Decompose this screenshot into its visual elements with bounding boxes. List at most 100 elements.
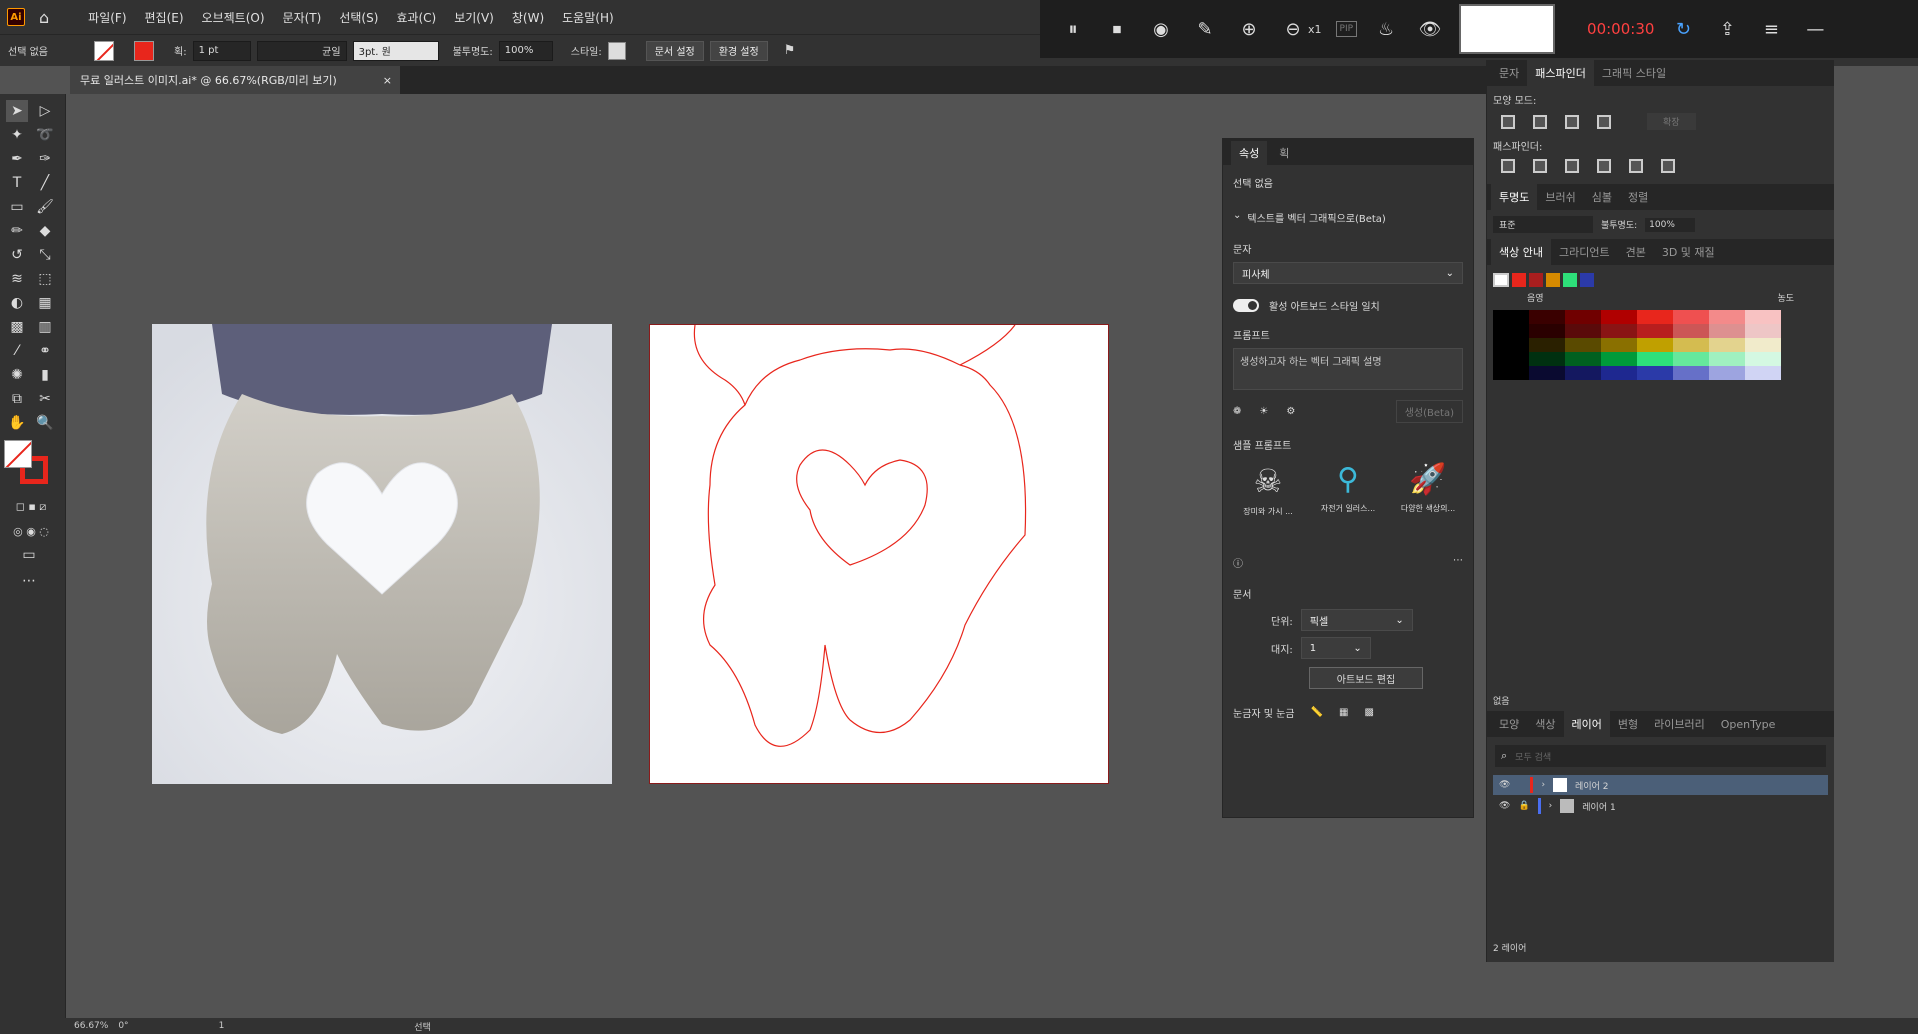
menu-window[interactable]: 창(W) (503, 9, 553, 26)
warp-icon[interactable]: ≋ (6, 268, 28, 290)
stroke-profile[interactable]: 균일 (256, 40, 347, 61)
eyedropper-icon[interactable]: ⁄ (6, 340, 28, 362)
blend-icon[interactable]: ⚭ (34, 340, 56, 362)
curvature-icon[interactable]: ✑ (34, 148, 56, 170)
paintbrush-icon[interactable]: 🖌 (34, 196, 56, 218)
pause-icon[interactable]: ⏸ (1058, 14, 1088, 44)
tab-color[interactable]: 색상 (1527, 711, 1563, 737)
scale-icon[interactable]: ⤡ (34, 244, 56, 266)
menu-select[interactable]: 선택(S) (330, 9, 387, 26)
subject-dropdown[interactable]: 피사체 ⌄ (1233, 262, 1463, 284)
graph-icon[interactable]: ▮ (34, 364, 56, 386)
menu-object[interactable]: 오브젝트(O) (193, 9, 274, 26)
eye-icon[interactable]: 👁 (1499, 801, 1510, 811)
direct-selection-icon[interactable]: ▷ (34, 100, 56, 122)
perspective-icon[interactable]: ▦ (34, 292, 56, 314)
unite-icon[interactable] (1501, 114, 1515, 129)
tab-brushes[interactable]: 브러쉬 (1537, 184, 1583, 210)
layer-name[interactable]: 레이어 2 (1575, 779, 1608, 792)
lasso-icon[interactable]: ➰ (34, 124, 56, 146)
lightbulb-icon[interactable]: ☀ (1259, 406, 1268, 417)
merge-icon[interactable] (1565, 159, 1579, 173)
rotate-icon[interactable]: ↺ (6, 244, 28, 266)
draw-mode-icons[interactable]: ◎ ◉ ◌ (6, 520, 56, 542)
tab-layers[interactable]: 레이어 (1563, 711, 1610, 737)
edit-artboards-button[interactable]: 아트보드 편집 (1309, 667, 1423, 689)
tab-align[interactable]: 정렬 (1620, 184, 1656, 210)
menu-type[interactable]: 문자(T) (274, 9, 331, 26)
more-tools-icon[interactable]: ⋯ (18, 570, 40, 592)
shape-builder-icon[interactable]: ◐ (6, 292, 28, 314)
slice-icon[interactable]: ✂ (34, 388, 56, 410)
arrange-icon[interactable]: ⚑ (784, 43, 796, 58)
hand-tool-icon[interactable]: ✋ (6, 412, 28, 434)
sample-skull[interactable]: ☠ 장미와 가시 ... (1233, 462, 1303, 517)
harmony-row[interactable] (1487, 265, 1834, 291)
grid-icon[interactable]: ▦ (1339, 707, 1348, 718)
tab-transparency[interactable]: 투명도 (1491, 184, 1538, 210)
menu-effect[interactable]: 효과(C) (387, 9, 445, 26)
layer-row[interactable]: 👁 🔒 › 레이어 1 (1493, 796, 1828, 816)
minimize-icon[interactable]: — (1800, 14, 1830, 44)
eye-icon[interactable]: 👁 (1415, 14, 1445, 44)
transparency-opacity-field[interactable]: 100% (1645, 217, 1696, 232)
artboard-vector[interactable] (649, 324, 1109, 784)
pen-tool-icon[interactable]: ✒ (6, 148, 28, 170)
gear-icon[interactable]: ⚙ (1286, 406, 1295, 417)
home-icon[interactable]: ⌂ (39, 8, 49, 27)
tab-graphic-styles[interactable]: 그래픽 스타일 (1594, 60, 1674, 86)
zoom-out-icon[interactable]: ⊖ (1278, 14, 1308, 44)
export-icon[interactable]: ⇪ (1712, 14, 1742, 44)
camera-icon[interactable]: ◉ (1146, 14, 1176, 44)
prompt-input[interactable]: 생성하고자 하는 벡터 그래픽 설명 (1233, 348, 1463, 390)
tab-stroke[interactable]: 획 (1271, 141, 1297, 165)
opacity-field[interactable]: 100% (498, 40, 553, 61)
transparency-grid-icon[interactable]: ▩ (1364, 707, 1373, 718)
color-guide-grid[interactable] (1487, 304, 1834, 386)
layer-name[interactable]: 레이어 1 (1582, 800, 1615, 813)
divide-icon[interactable] (1501, 159, 1515, 173)
minus-back-icon[interactable] (1661, 159, 1675, 173)
document-setup-button[interactable]: 문서 설정 (645, 40, 704, 61)
effect-icon[interactable]: ♨ (1371, 14, 1401, 44)
shaper-icon[interactable]: ✏ (6, 220, 28, 242)
mittens-photo[interactable] (152, 324, 612, 784)
tab-color-guide[interactable]: 색상 안내 (1491, 239, 1551, 265)
fill-box[interactable] (4, 440, 32, 468)
tab-symbols[interactable]: 심볼 (1584, 184, 1620, 210)
eraser-icon[interactable]: ◆ (34, 220, 56, 242)
type-tool-icon[interactable]: T (6, 172, 28, 194)
intersect-icon[interactable] (1565, 114, 1579, 129)
tab-libraries[interactable]: 라이브러리 (1646, 711, 1713, 737)
artboard-number[interactable]: 1 (219, 1021, 225, 1031)
fill-swatch[interactable] (94, 40, 114, 61)
trim-icon[interactable] (1533, 159, 1547, 173)
minus-front-icon[interactable] (1533, 114, 1547, 129)
style-match-toggle[interactable] (1233, 299, 1259, 312)
tab-character[interactable]: 문자 (1491, 60, 1527, 86)
rotation-value[interactable]: 0° (118, 1021, 128, 1031)
eye-icon[interactable]: 👁 (1499, 780, 1510, 790)
line-tool-icon[interactable]: ╱ (34, 172, 56, 194)
style-swatch[interactable] (607, 41, 626, 60)
preferences-button[interactable]: 환경 설정 (709, 40, 768, 61)
tab-appearance[interactable]: 모양 (1491, 711, 1527, 737)
brush-definition[interactable]: 3pt. 원 (352, 40, 439, 61)
stroke-weight-field[interactable]: 1 pt (192, 40, 251, 61)
tab-transform[interactable]: 변형 (1610, 711, 1646, 737)
tab-gradient[interactable]: 그라디언트 (1551, 239, 1618, 265)
mesh-icon[interactable]: ▩ (6, 316, 28, 338)
reference-icon[interactable]: ❁ (1233, 406, 1241, 417)
screen-mode-icon[interactable]: ▭ (18, 544, 40, 566)
symbol-sprayer-icon[interactable]: ✺ (6, 364, 28, 386)
text-to-vector-section[interactable]: ⌄ 텍스트를 벡터 그래픽으로(Beta) (1223, 210, 1473, 225)
layer-row[interactable]: 👁 › 레이어 2 (1493, 775, 1828, 795)
tab-swatches[interactable]: 견본 (1618, 239, 1654, 265)
outline-icon[interactable] (1629, 159, 1643, 173)
zoom-level[interactable]: 66.67% (74, 1021, 108, 1031)
menu-view[interactable]: 보기(V) (445, 9, 503, 26)
chevron-right-icon[interactable]: › (1549, 801, 1553, 811)
pencil-icon[interactable]: ✎ (1190, 14, 1220, 44)
info-icon[interactable]: ⓘ (1233, 555, 1243, 570)
menu-edit[interactable]: 편집(E) (136, 9, 193, 26)
